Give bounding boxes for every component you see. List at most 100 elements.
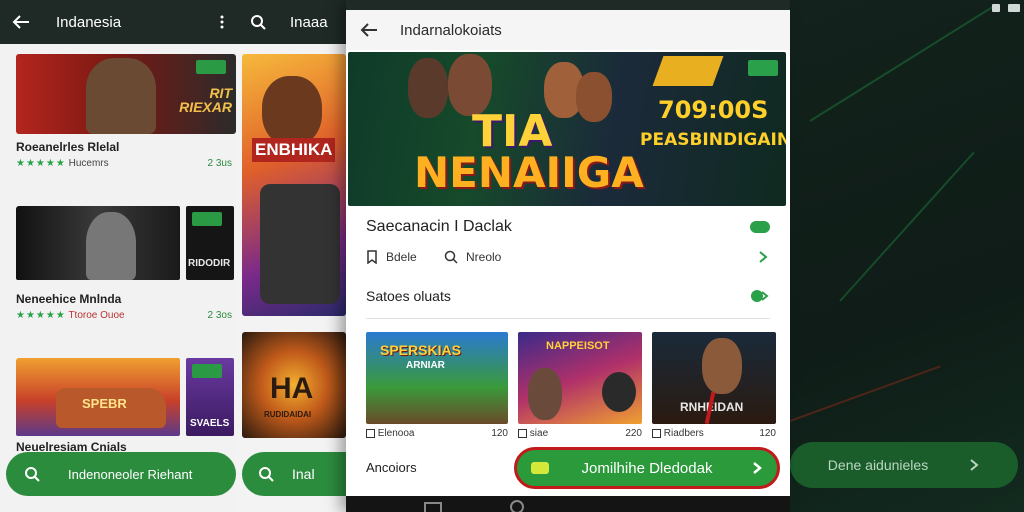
side-thumbnail: RIDODIR: [186, 206, 234, 280]
art-title: SVAELS: [190, 418, 230, 429]
tile-label: siae: [529, 428, 549, 439]
back-arrow-icon[interactable]: [12, 15, 30, 29]
more-vert-icon[interactable]: [220, 15, 224, 29]
tile-count: 120: [759, 428, 776, 439]
game-thumbnail: SPEBR SVAELS: [16, 358, 236, 438]
front-app-title: Indarnalokoiats: [400, 21, 502, 39]
chevron-right-icon: [970, 459, 979, 471]
game-card[interactable]: RIDODIR Neneehice Mnlnda ★★★★★ Ttoroe Ou…: [16, 206, 236, 321]
mid-app-title: Inaaa: [290, 13, 328, 31]
badge: [196, 60, 226, 74]
character-art: [408, 58, 448, 118]
back-arrow-icon[interactable]: [360, 23, 378, 37]
tile-art-title: NAPPEISOT: [546, 340, 610, 352]
hero-title-line2: NENAIIGA: [414, 148, 644, 197]
game-tile[interactable]: SPERSKIAS ARNIAR: [366, 332, 508, 424]
game-count: 2 3os: [207, 310, 232, 321]
game-meta: ★★★★★ Ttoroe Ouoe 2 3os: [16, 310, 236, 321]
decor-stripe: [652, 56, 724, 86]
checkbox-icon[interactable]: [652, 428, 661, 438]
chevron-right-icon[interactable]: [756, 250, 770, 264]
left-phone-screen: Indanesia RIT RIEXAR Roeanelrles Rlelal …: [0, 0, 236, 512]
mid-search-label: Inal: [292, 466, 315, 482]
arrow-toggle-icon[interactable]: [750, 289, 770, 303]
divider: [366, 318, 770, 319]
search-icon: [259, 467, 274, 482]
screen: Dene aidunieles Indanesia RIT RIEXAR Roe…: [0, 0, 1024, 512]
tile-meta: Riadbers 120: [652, 428, 776, 439]
tile-art-subtitle: ARNIAR: [406, 360, 445, 371]
game-art[interactable]: ENBHIKA: [242, 54, 346, 316]
tile-meta: siae 220: [518, 428, 642, 439]
checkbox-icon[interactable]: [366, 428, 375, 438]
character-art: [702, 338, 742, 394]
decor-line: [789, 365, 941, 422]
badge: [192, 212, 222, 226]
hero-score: 709:00S: [658, 96, 769, 124]
game-thumbnail: RIT RIEXAR: [16, 54, 236, 134]
right-action-button[interactable]: Dene aidunieles: [790, 442, 1018, 488]
game-art[interactable]: HA RUDIDAIDAI: [242, 332, 346, 438]
tile-label: Riadbers: [663, 428, 704, 439]
hero-tagline: PEASBINDIGAINS: [640, 130, 786, 150]
left-search-button[interactable]: Indenoneoler Riehant: [6, 452, 236, 496]
search-icon[interactable]: [250, 14, 266, 30]
search-icon: [25, 467, 40, 482]
character-art: [602, 372, 636, 412]
info-row: Bdele Nreolo: [366, 250, 770, 264]
character-art: [528, 368, 562, 420]
rating-stars: ★★★★★: [16, 158, 66, 169]
mid-search-button[interactable]: Inal: [242, 452, 346, 496]
primary-cta-label: Jomilhihe Dledodak: [581, 459, 713, 477]
game-card[interactable]: SPEBR SVAELS Neuelresiam Cnials: [16, 358, 236, 454]
character-art: [16, 206, 180, 280]
decor-line: [809, 3, 998, 122]
game-count: 2 3us: [207, 158, 232, 169]
chevron-right-icon: [753, 462, 762, 474]
bookmark-icon[interactable]: [366, 250, 378, 264]
vehicle-art: [260, 184, 340, 304]
section-header: Saecanacin I Daclak: [366, 218, 770, 236]
game-tile[interactable]: RNHEIDAN: [652, 332, 776, 424]
cta-badge-icon: [531, 462, 549, 474]
search-icon[interactable]: [444, 250, 458, 264]
game-subtitle: Hucemrs: [68, 158, 109, 169]
character-art: [86, 58, 156, 134]
left-app-title: Indanesia: [56, 13, 122, 31]
front-app-bar: Indarnalokoiats: [346, 10, 790, 50]
tile-label: Elenooa: [377, 428, 415, 439]
art-subtitle: RUDIDAIDAI: [264, 410, 312, 419]
side-thumbnail: SVAELS: [186, 358, 234, 436]
game-tile[interactable]: NAPPEISOT: [518, 332, 642, 424]
system-nav-bar: [346, 496, 790, 512]
left-app-bar: Indanesia: [0, 0, 236, 44]
back-nav-icon[interactable]: [424, 502, 442, 512]
status-bar: [346, 0, 790, 10]
bottom-label: Ancoiors: [366, 460, 417, 475]
decor-line: [839, 151, 975, 302]
home-nav-icon[interactable]: [510, 500, 524, 512]
primary-cta-button[interactable]: Jomilhihe Dledodak: [514, 447, 780, 489]
hero-banner[interactable]: TIA NENAIIGA 709:00S PEASBINDIGAINS: [348, 52, 786, 206]
game-title: Neneehice Mnlnda: [16, 292, 122, 306]
signal-icon: [992, 4, 1000, 12]
mid-app-bar: Inaaa: [236, 0, 346, 44]
badge: [192, 364, 222, 378]
tile-meta: Elenooa 120: [366, 428, 508, 439]
section-header: Satoes oluats: [366, 288, 770, 304]
toggle-switch[interactable]: [750, 221, 770, 233]
rating-stars: ★★★★★: [16, 310, 66, 321]
game-meta: ★★★★★ Hucemrs 2 3us: [16, 158, 236, 169]
left-search-label: Indenoneoler Riehant: [68, 466, 193, 482]
middle-phone-screen: Inaaa ENBHIKA HA RUDIDAIDAI: [236, 0, 346, 512]
game-card[interactable]: RIT RIEXAR Roeanelrles Rlelal ★★★★★ Huce…: [16, 54, 236, 169]
front-phone-screen: Indarnalokoiats TIA NENAIIGA 709:00S PEA…: [346, 0, 790, 512]
status-icons: [930, 4, 1020, 14]
info-item: Bdele: [386, 250, 417, 264]
art-title: ENBHIKA: [252, 138, 336, 162]
checkbox-icon[interactable]: [518, 428, 527, 438]
character-art: [576, 72, 612, 122]
section-title: Saecanacin I Daclak: [366, 218, 512, 235]
background-panel: [780, 0, 1024, 512]
battery-icon: [1008, 4, 1020, 12]
